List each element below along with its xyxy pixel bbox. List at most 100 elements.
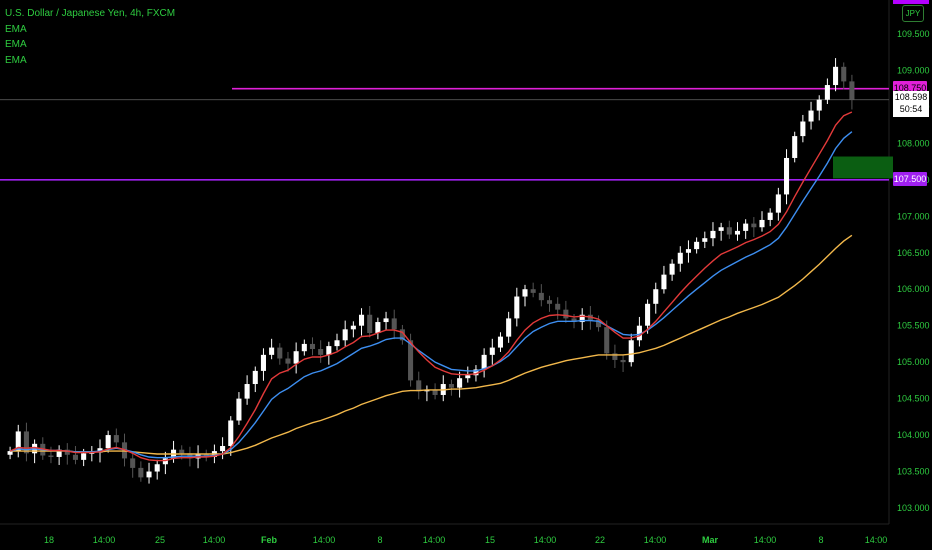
candle-body — [506, 318, 512, 337]
candle-body — [702, 238, 708, 242]
y-tick-label: 106.000 — [897, 284, 930, 294]
y-tick-label: 105.500 — [897, 321, 930, 331]
candle-body — [301, 343, 307, 352]
candle-body — [383, 318, 389, 323]
candle-body — [244, 384, 250, 399]
y-tick-label: 108.000 — [897, 138, 930, 148]
x-tick-label: 14:00 — [754, 535, 777, 545]
candle-body — [269, 347, 275, 355]
candle-body — [620, 359, 626, 363]
candle-body — [775, 194, 781, 213]
candle-body — [563, 309, 569, 319]
y-tick-label: 105.000 — [897, 357, 930, 367]
y-tick-label: 103.500 — [897, 467, 930, 477]
axis-top-marker — [893, 0, 929, 4]
candle-body — [72, 454, 79, 460]
candle-body — [367, 314, 373, 333]
candle-body — [538, 292, 544, 301]
candle-body — [293, 351, 299, 364]
x-tick-label: 14:00 — [865, 535, 888, 545]
x-tick-label: 25 — [155, 535, 165, 545]
candle-body — [555, 303, 561, 310]
candle-body — [653, 289, 659, 304]
candle-body — [138, 467, 144, 478]
candle-body — [767, 212, 773, 220]
y-tick-label: 104.000 — [897, 430, 930, 440]
candle-body — [497, 336, 504, 348]
x-tick-label: 14:00 — [203, 535, 226, 545]
candle-body — [514, 296, 520, 319]
x-tick-label: 22 — [595, 535, 605, 545]
candle-body — [726, 227, 732, 235]
current-price-label: 108.598 — [894, 92, 928, 102]
candle-body — [342, 329, 348, 341]
candle-body — [457, 378, 463, 388]
chart-background — [0, 0, 932, 550]
y-tick-label: 103.000 — [897, 503, 930, 513]
candle-body — [220, 446, 226, 452]
candle-body — [448, 384, 454, 388]
candle-body — [751, 223, 757, 228]
x-tick-label: 14:00 — [423, 535, 446, 545]
x-tick-label: 14:00 — [313, 535, 336, 545]
candle-body — [358, 314, 365, 326]
candle-body — [252, 370, 258, 385]
candle-body — [309, 343, 316, 350]
candle-body — [743, 223, 749, 231]
candle-body — [481, 354, 487, 370]
indicator-ema-3[interactable]: EMA — [5, 53, 175, 69]
candle-body — [154, 464, 160, 472]
candle-body — [710, 230, 716, 239]
candle-body — [179, 449, 185, 454]
candle-body — [849, 81, 855, 100]
candle-body — [669, 263, 675, 275]
y-tick-label: 109.500 — [897, 29, 930, 39]
candle-countdown: 50:54 — [899, 104, 923, 114]
x-tick-label: 14:00 — [93, 535, 116, 545]
chart-legend: U.S. Dollar / Japanese Yen, 4h, FXCM EMA… — [5, 6, 175, 68]
candle-body — [334, 340, 340, 347]
candle-body — [734, 230, 741, 235]
candle-body — [130, 458, 136, 468]
candle-body — [677, 252, 683, 264]
current-price-box: 108.598 50:54 — [893, 91, 929, 117]
currency-badge[interactable]: JPY — [902, 5, 924, 22]
x-tick-label: 15 — [485, 535, 495, 545]
y-tick-label: 107.000 — [897, 211, 930, 221]
candle-body — [48, 455, 54, 457]
candle-body — [833, 66, 839, 86]
candle-body — [105, 435, 111, 449]
candle-body — [236, 398, 242, 421]
candle-body — [318, 349, 324, 355]
candle-body — [546, 300, 553, 304]
candle-body — [432, 389, 438, 395]
indicator-ema-1[interactable]: EMA — [5, 22, 175, 38]
candle-body — [350, 325, 356, 330]
candle-body — [816, 99, 822, 111]
indicator-ema-2[interactable]: EMA — [5, 37, 175, 53]
x-tick-label: 14:00 — [644, 535, 667, 545]
x-tick-label: Feb — [261, 535, 278, 545]
candle-body — [645, 303, 651, 326]
candle-body — [391, 318, 397, 330]
y-tick-label: 106.500 — [897, 248, 930, 258]
candle-body — [260, 354, 266, 371]
candle-body — [718, 227, 724, 231]
candle-body — [277, 347, 283, 359]
candle-body — [113, 435, 119, 443]
candle-body — [416, 380, 422, 392]
candle-body — [285, 358, 291, 364]
candle-body — [808, 110, 814, 122]
candle-body — [824, 85, 830, 100]
candle-body — [81, 453, 87, 460]
candle-body — [841, 66, 847, 82]
candle-body — [228, 420, 234, 447]
x-tick-label: 8 — [377, 535, 382, 545]
price-chart[interactable]: 109.500109.000108.500108.000107.500107.0… — [0, 0, 932, 550]
candle-body — [759, 219, 765, 228]
candle-body — [628, 340, 634, 363]
candle-body — [800, 121, 806, 137]
candle-body — [661, 274, 667, 290]
x-tick-label: 18 — [44, 535, 54, 545]
candle-body — [530, 289, 536, 293]
